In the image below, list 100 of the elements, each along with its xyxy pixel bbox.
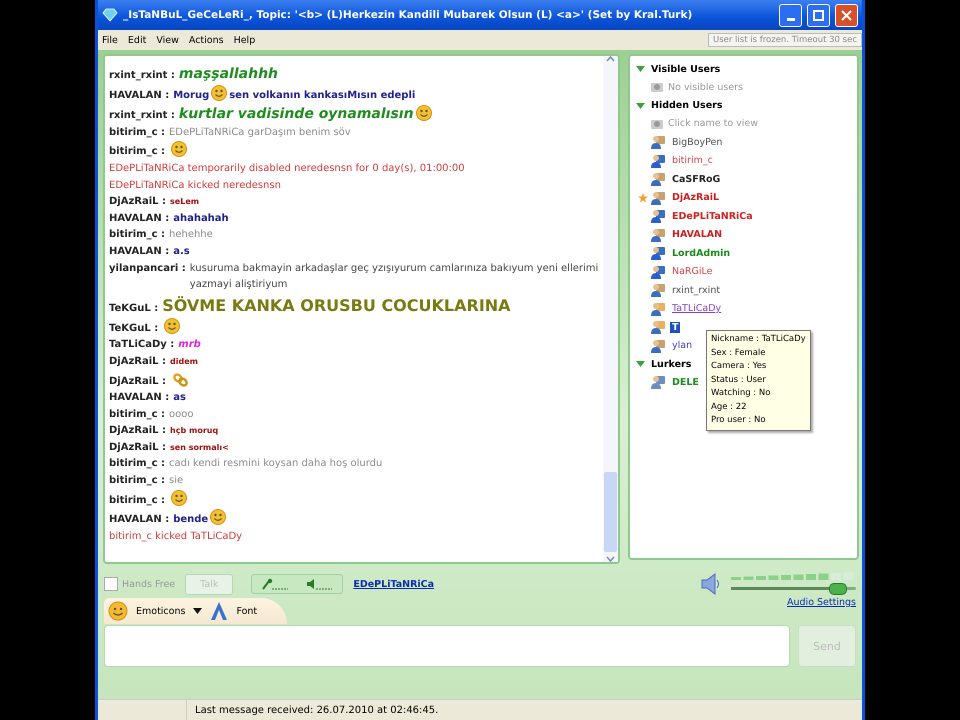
smiley-icon: [170, 490, 187, 506]
smiley-icon: [108, 601, 128, 621]
audio-settings-link[interactable]: Audio Settings: [787, 597, 856, 608]
message-nick: HAVALAN :: [109, 514, 170, 526]
caret-icon: [193, 608, 202, 614]
menu-item[interactable]: View: [156, 34, 179, 46]
message-text: mrb: [178, 339, 201, 350]
status-text: Last message received: 26.07.2010 at 02:46:45.: [194, 704, 438, 716]
message-text: hçb moruq: [170, 426, 218, 436]
system-message: bitirim_c kicked TaTLiCaDy: [109, 530, 242, 542]
message-text: cadı kendi resmini koysan daha hoş olurdu: [168, 458, 382, 470]
group-note: No visible users: [668, 82, 743, 93]
message-text: didem: [170, 356, 198, 366]
user-icon: [650, 245, 666, 262]
user-icon: [650, 208, 666, 224]
menu-item[interactable]: Edit: [128, 34, 146, 46]
user-name[interactable]: bitirim_c: [670, 155, 715, 166]
user-icon: [650, 300, 666, 317]
message-text: kurtlar vadisinde oynamalısın: [178, 106, 414, 122]
expander-icon[interactable]: [636, 361, 645, 367]
speaker-link[interactable]: EDePLiTaNRiCa: [353, 578, 434, 590]
message-text: SÖVME KANKA ORUSBU COCUKLARINA: [162, 296, 511, 315]
scrollbar[interactable]: [603, 56, 618, 562]
group-header[interactable]: Visible Users: [651, 64, 720, 74]
user-name[interactable]: TaTLiCaDy: [670, 303, 724, 314]
user-icon: [650, 338, 666, 354]
message-nick: TaTLiCaDy :: [109, 339, 174, 350]
message-nick: bitirim_c :: [109, 494, 165, 506]
volume-slider[interactable]: [829, 583, 848, 595]
user-icon: [650, 319, 666, 336]
maximize-icon: [813, 10, 824, 20]
user-name[interactable]: BigBoyPen: [670, 136, 724, 148]
user-icon: [650, 264, 666, 280]
user-icon: [650, 282, 666, 298]
font-button[interactable]: Font: [236, 606, 258, 616]
message-text: sen sormalı<: [170, 442, 229, 452]
checkbox-label: Hands Free: [122, 578, 176, 590]
smiley-icon: [170, 141, 187, 158]
smiley-icon: [210, 509, 226, 526]
message-nick: bitirim_c :: [109, 126, 165, 138]
user-icon: [650, 152, 666, 169]
message-input[interactable]: [104, 625, 790, 667]
tooltip-line: Camera : Yes: [711, 360, 768, 373]
message-nick: yilanpancari :: [109, 262, 186, 276]
close-button[interactable]: [835, 4, 858, 26]
expander-icon[interactable]: [636, 66, 645, 72]
message-nick: HAVALAN :: [109, 392, 170, 404]
message-nick: HAVALAN :: [109, 212, 170, 224]
message-nick: TeKGuL :: [109, 302, 158, 314]
emoticons-button[interactable]: Emoticons: [136, 606, 186, 616]
user-icon: [650, 134, 666, 150]
message-nick: bitirim_c :: [109, 146, 165, 158]
tooltip-line: Sex : Female: [711, 346, 767, 360]
user-name[interactable]: HAVALAN: [670, 229, 724, 240]
user-name[interactable]: T: [670, 322, 680, 333]
message-nick: TeKGuL :: [109, 322, 158, 334]
tooltip-line: Nickname : TaTLiCaDy: [711, 333, 806, 346]
group-header[interactable]: Hidden Users: [651, 100, 722, 111]
user-name[interactable]: rxint_rxint: [670, 284, 722, 296]
message-text: as: [173, 392, 186, 404]
tooltip-line: Age : 22: [711, 400, 748, 414]
group-header[interactable]: Lurkers: [651, 358, 692, 370]
user-name[interactable]: CaSFRoG: [670, 174, 722, 185]
microphone-icon: [262, 578, 288, 590]
system-message: EDePLiTaNRiCa temporarily disabled neredesnsn for 0 day(s), 01:00:00: [109, 162, 465, 174]
diamond-icon: [102, 8, 118, 22]
message-text: sie: [168, 475, 184, 486]
font-letter-icon: [210, 601, 228, 621]
message-nick: rxint_rxint :: [109, 110, 175, 122]
message-text: seLem: [170, 197, 200, 206]
smiley-icon: [164, 318, 180, 334]
user-name[interactable]: DjAzRaiL: [670, 192, 722, 204]
minimize-icon: [786, 18, 794, 20]
message-text: EDePLiTaNRiCa garDaşım benim söv: [168, 126, 351, 138]
expander-icon[interactable]: [636, 102, 645, 108]
message-nick: DjAzRaiL :: [109, 356, 166, 367]
menu-item[interactable]: File: [102, 34, 118, 46]
scroll-thumb[interactable]: [604, 472, 617, 552]
message-text: sen volkanın kankasıMısın edepli: [229, 90, 416, 101]
user-name[interactable]: ylan: [670, 340, 694, 352]
message-nick: bitirim_c :: [109, 458, 165, 470]
message-text: hehehhe: [168, 229, 213, 240]
user-name[interactable]: EDePLiTaNRiCa: [670, 210, 755, 222]
user-name[interactable]: LordAdmin: [670, 248, 732, 259]
message-text: ahahahah: [173, 212, 229, 224]
speaker-icon: [306, 578, 332, 590]
message-nick: bitirim_c :: [109, 475, 165, 486]
volume-icon: [699, 572, 721, 596]
menu-item[interactable]: Actions: [188, 34, 224, 46]
tooltip-line: Watching : No: [711, 387, 772, 400]
user-name[interactable]: DELE: [670, 376, 701, 388]
user-name[interactable]: NaRGiLe: [670, 266, 715, 278]
message-text: Morug: [173, 90, 210, 101]
audio-toggle[interactable]: [251, 574, 344, 594]
message-nick: DjAzRaiL :: [109, 442, 166, 453]
maximize-button[interactable]: [807, 4, 830, 26]
checkbox[interactable]: [104, 577, 118, 591]
menu-item[interactable]: Help: [234, 34, 256, 46]
minimize-button[interactable]: [779, 4, 802, 26]
message-nick: DjAzRaiL :: [109, 196, 166, 208]
